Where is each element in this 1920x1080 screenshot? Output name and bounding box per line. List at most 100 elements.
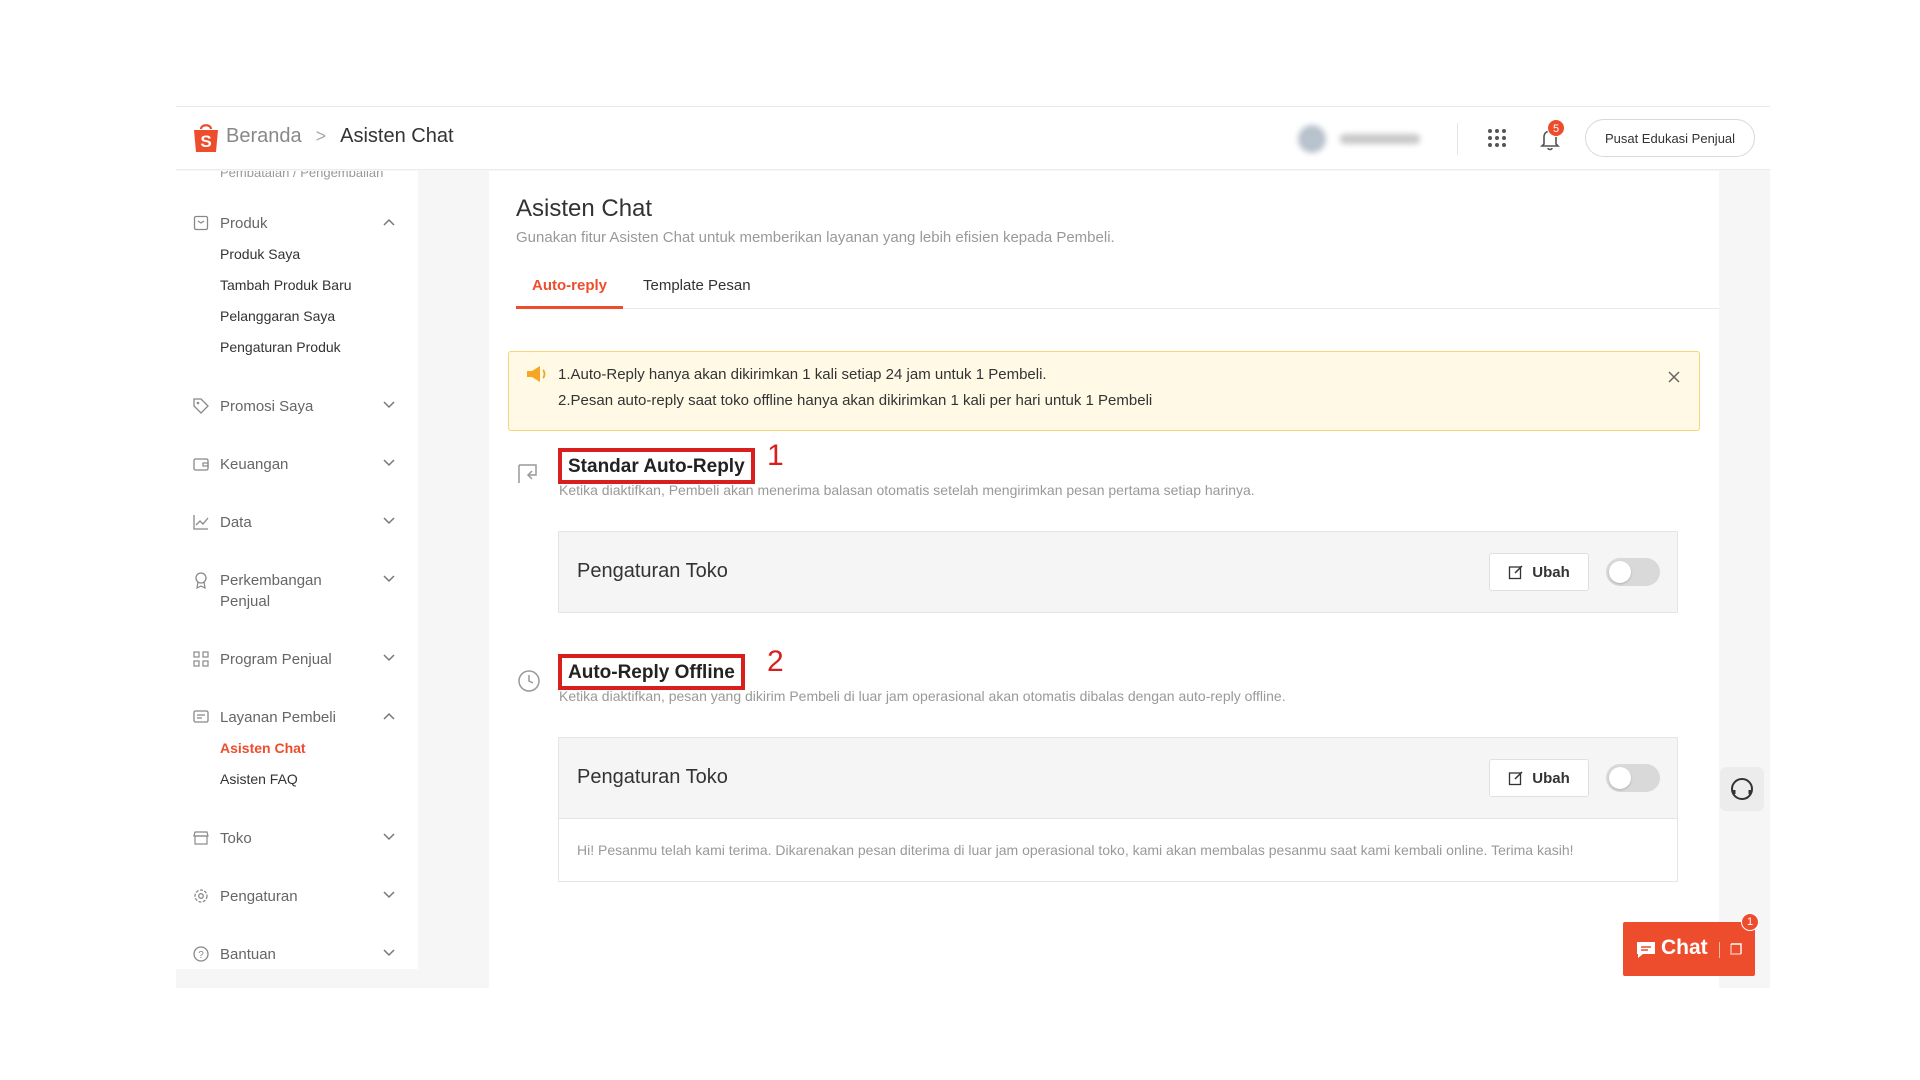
- sidebar-item-cut[interactable]: Pembatalan / Pengembalian: [220, 171, 383, 180]
- sidebar-header-label: Keuangan: [220, 455, 289, 473]
- notice-line-2: 2.Pesan auto-reply saat toko offline han…: [558, 392, 1153, 409]
- tab-auto-reply[interactable]: Auto-reply: [516, 263, 623, 309]
- username-blurred: [1340, 134, 1420, 144]
- sidebar-group-bantuan: ? Bantuan: [176, 942, 418, 966]
- sidebar-item-tambah-produk[interactable]: Tambah Produk Baru: [176, 270, 418, 301]
- gear-icon: [194, 889, 208, 903]
- sidebar-item-pelanggaran[interactable]: Pelanggaran Saya: [176, 301, 418, 332]
- edit-button[interactable]: Ubah: [1489, 553, 1589, 591]
- chevron-up-icon[interactable]: [382, 711, 396, 721]
- chevron-down-icon[interactable]: [382, 948, 396, 958]
- setting-name: Pengaturan Toko: [577, 560, 728, 582]
- sidebar-group-program: Program Penjual: [176, 647, 418, 671]
- sidebar-header-label: Promosi Saya: [220, 397, 314, 415]
- setting-row: Pengaturan Toko Ubah: [559, 738, 1677, 818]
- sidebar-item-pengaturan-produk[interactable]: Pengaturan Produk: [176, 332, 418, 363]
- offline-message-preview: Hi! Pesanmu telah kami terima. Dikarenak…: [559, 818, 1677, 881]
- edit-icon: [1509, 771, 1523, 786]
- svg-text:S: S: [200, 132, 211, 151]
- shop-icon: [193, 831, 209, 845]
- sidebar-header-label: Layanan Pembeli: [220, 708, 336, 726]
- tab-bar: Auto-reply Template Pesan: [516, 263, 1719, 309]
- sidebar-header-label: Data: [220, 513, 252, 531]
- sidebar: Pembatalan / Pengembalian Produk Produk …: [176, 171, 418, 969]
- section-title-offline: Auto-Reply Offline: [558, 654, 745, 690]
- chat-button[interactable]: Chat: [1623, 922, 1755, 976]
- sidebar-header-produk[interactable]: Produk: [176, 211, 418, 235]
- breadcrumb-separator: >: [315, 126, 327, 146]
- sidebar-group-layanan: Layanan Pembeli Asisten Chat Asisten FAQ: [176, 705, 418, 795]
- seller-education-button[interactable]: Pusat Edukasi Penjual: [1585, 119, 1755, 157]
- chevron-down-icon[interactable]: [382, 832, 396, 842]
- notification-badge: 5: [1547, 119, 1565, 137]
- tag-icon: [193, 398, 209, 414]
- sidebar-header-data[interactable]: Data: [176, 510, 418, 534]
- megaphone-icon: [527, 366, 546, 382]
- setting-name: Pengaturan Toko: [577, 766, 728, 788]
- sidebar-item-produk-saya[interactable]: Produk Saya: [176, 239, 418, 270]
- edit-button[interactable]: Ubah: [1489, 759, 1589, 797]
- sidebar-header-layanan[interactable]: Layanan Pembeli: [176, 705, 418, 729]
- chevron-down-icon[interactable]: [382, 653, 396, 663]
- annotation-number: 1: [767, 439, 784, 472]
- chat-bubble-icon: [1637, 942, 1655, 958]
- app-window: S Beranda > Asisten Chat 5 Pusat Edukasi…: [176, 106, 1770, 988]
- sidebar-group-produk: Produk Produk Saya Tambah Produk Baru Pe…: [176, 211, 418, 363]
- sidebar-header-toko[interactable]: Toko: [176, 826, 418, 850]
- tab-template-pesan[interactable]: Template Pesan: [643, 263, 751, 309]
- breadcrumb-home[interactable]: Beranda: [226, 125, 302, 148]
- medal-icon: [195, 572, 207, 589]
- user-account[interactable]: [1298, 123, 1438, 155]
- sidebar-item-asisten-faq[interactable]: Asisten FAQ: [176, 764, 418, 795]
- chevron-down-icon[interactable]: [382, 400, 396, 410]
- notice-line-1: 1.Auto-Reply hanya akan dikirimkan 1 kal…: [558, 366, 1047, 383]
- edit-icon: [1509, 565, 1523, 580]
- sidebar-item-asisten-chat[interactable]: Asisten Chat: [176, 733, 418, 764]
- sidebar-group-keuangan: Keuangan: [176, 452, 418, 476]
- sidebar-group-perkembangan: Perkembangan Penjual: [176, 568, 418, 612]
- toggle-switch[interactable]: [1606, 558, 1660, 586]
- sidebar-header-label: Program Penjual: [220, 650, 332, 668]
- sidebar-group-data: Data: [176, 510, 418, 534]
- setting-box-standar: Pengaturan Toko Ubah: [558, 531, 1678, 613]
- clock-icon: [518, 670, 540, 692]
- sidebar-header-promosi[interactable]: Promosi Saya: [176, 394, 418, 418]
- chat-button-label: Chat: [1661, 936, 1708, 959]
- page-subtitle: Gunakan fitur Asisten Chat untuk memberi…: [516, 229, 1115, 246]
- toggle-switch[interactable]: [1606, 764, 1660, 792]
- sidebar-group-toko: Toko: [176, 826, 418, 850]
- sidebar-header-pengaturan[interactable]: Pengaturan: [176, 884, 418, 908]
- close-icon[interactable]: [1667, 370, 1681, 384]
- header-divider: [1457, 123, 1458, 155]
- page-title: Asisten Chat: [516, 195, 653, 222]
- sidebar-header-bantuan[interactable]: ? Bantuan: [176, 942, 418, 966]
- notice-banner: 1.Auto-Reply hanya akan dikirimkan 1 kal…: [508, 351, 1700, 431]
- shopee-logo[interactable]: S: [192, 121, 220, 153]
- sidebar-header-program[interactable]: Program Penjual: [176, 647, 418, 671]
- breadcrumb-current: Asisten Chat: [340, 125, 454, 147]
- headset-icon: [1731, 778, 1753, 800]
- sidebar-header-label: Produk: [220, 214, 268, 232]
- toggle-knob: [1609, 767, 1631, 789]
- sidebar-header-label: Toko: [220, 829, 252, 847]
- chevron-down-icon[interactable]: [382, 458, 396, 468]
- sidebar-header-perkembangan[interactable]: Perkembangan: [176, 568, 418, 592]
- chevron-down-icon[interactable]: [382, 574, 396, 584]
- sidebar-group-promosi: Promosi Saya: [176, 394, 418, 418]
- chevron-up-icon[interactable]: [382, 217, 396, 227]
- customer-support-button[interactable]: [1720, 767, 1764, 811]
- chevron-down-icon[interactable]: [382, 890, 396, 900]
- help-icon: ?: [193, 946, 209, 962]
- apps-grid-icon[interactable]: [1486, 127, 1508, 149]
- annotation-number: 2: [767, 645, 784, 678]
- toggle-knob: [1609, 561, 1631, 583]
- edit-button-label: Ubah: [1532, 563, 1570, 581]
- chat-divider: [1719, 942, 1720, 958]
- breadcrumb: Beranda > Asisten Chat: [226, 125, 454, 148]
- expand-icon[interactable]: [1729, 942, 1743, 956]
- main-card: Asisten Chat Gunakan fitur Asisten Chat …: [489, 171, 1719, 988]
- chevron-down-icon[interactable]: [382, 516, 396, 526]
- sidebar-header-keuangan[interactable]: Keuangan: [176, 452, 418, 476]
- sidebar-header-label: Perkembangan: [220, 571, 322, 589]
- edit-button-label: Ubah: [1532, 769, 1570, 787]
